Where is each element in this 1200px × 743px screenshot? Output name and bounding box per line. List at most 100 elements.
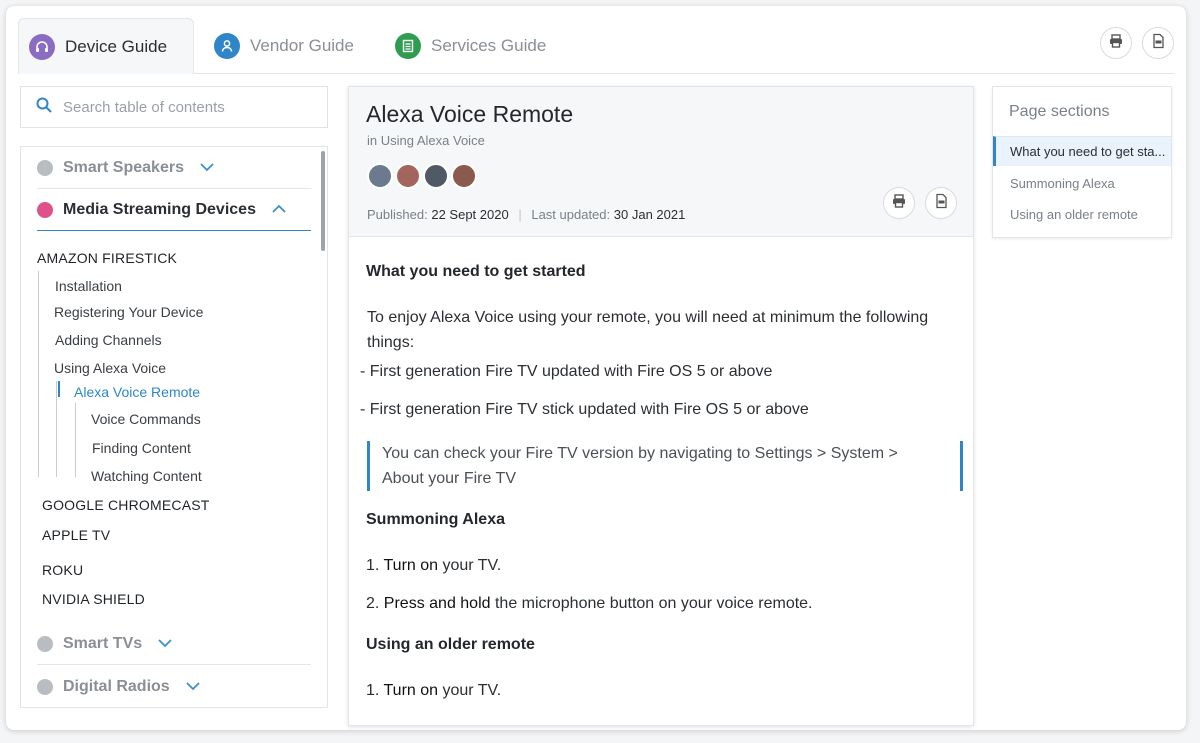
tab-device-guide[interactable]: Device Guide [18, 18, 194, 74]
tab-label: Vendor Guide [250, 36, 354, 55]
chevron-down-icon [186, 679, 200, 694]
heading-summoning-alexa: Summoning Alexa [366, 511, 505, 528]
tab-vendor-guide[interactable]: Vendor Guide [204, 18, 374, 74]
active-marker [58, 381, 60, 397]
category-label: Media Streaming Devices [63, 200, 256, 218]
tab-label: Device Guide [65, 36, 168, 56]
avatar[interactable] [451, 163, 477, 189]
author-avatars [367, 163, 477, 189]
article-meta: Published: 22 Sept 2020 | Last updated: … [367, 207, 685, 222]
step-action: Press and hold [383, 595, 491, 612]
toc-item-installation[interactable]: Installation [55, 278, 122, 294]
published-date: 22 Sept 2020 [431, 207, 509, 222]
section-link-getting-started[interactable]: What you need to get sta... [993, 136, 1171, 166]
category-smart-speakers[interactable]: Smart Speakers [37, 147, 311, 189]
pdf-icon [1150, 33, 1166, 54]
page-sections-panel: Page sections What you need to get sta..… [992, 86, 1172, 238]
article-print-button[interactable] [883, 187, 915, 219]
category-label: Digital Radios [63, 677, 170, 695]
avatar[interactable] [395, 163, 421, 189]
pdf-icon [933, 193, 949, 214]
tab-services-guide[interactable]: Services Guide [385, 18, 565, 74]
category-label: Smart Speakers [63, 158, 184, 176]
callout-line1: You can check your Fire TV version by na… [382, 445, 898, 462]
category-digital-radios[interactable]: Digital Radios [37, 666, 311, 707]
toc-item-alexa-voice-remote[interactable]: Alexa Voice Remote [74, 384, 200, 400]
step-number: 1. [366, 682, 380, 699]
toc-scrollbar[interactable] [321, 151, 325, 251]
article-subtitle: in Using Alexa Voice [367, 133, 485, 148]
search-icon [35, 96, 53, 118]
step-action: Turn on [383, 557, 439, 574]
app-window: Device Guide Vendor Guide Services Guide [6, 6, 1186, 730]
avatar[interactable] [367, 163, 393, 189]
toc-item-finding-content[interactable]: Finding Content [92, 440, 191, 456]
updated-date: 30 Jan 2021 [613, 207, 686, 222]
print-button[interactable] [1100, 27, 1132, 59]
avatar[interactable] [423, 163, 449, 189]
heading-older-remote: Using an older remote [366, 636, 535, 653]
older-step-1: 1. Turn on your TV. [366, 678, 501, 703]
table-of-contents: Smart Speakers Media Streaming Devices A… [20, 146, 328, 708]
requirement-2: - First generation Fire TV stick updated… [360, 401, 809, 418]
step-text: your TV. [442, 557, 502, 574]
search-input[interactable] [63, 98, 303, 116]
tree-line [75, 403, 76, 477]
category-dot-icon [37, 635, 53, 652]
step-2: 2. Press and hold the microphone button … [366, 591, 813, 616]
toc-item-using-alexa-voice[interactable]: Using Alexa Voice [54, 360, 166, 376]
category-dot-icon [37, 159, 53, 176]
heading-getting-started: What you need to get started [366, 263, 586, 280]
callout-line2: About your Fire TV [382, 470, 516, 487]
toc-group-nvidia-shield[interactable]: NVIDIA SHIELD [42, 591, 145, 607]
toc-group-google-chromecast[interactable]: GOOGLE CHROMECAST [42, 497, 210, 513]
category-media-streaming[interactable]: Media Streaming Devices [37, 189, 311, 231]
article-panel: Alexa Voice Remote in Using Alexa Voice … [348, 86, 974, 726]
meta-separator: | [518, 207, 522, 222]
toc-group-amazon-firestick[interactable]: AMAZON FIRESTICK [37, 250, 177, 266]
category-label: Smart TVs [63, 634, 143, 652]
document-icon [395, 33, 421, 59]
chevron-down-icon [200, 160, 214, 175]
paragraph-intro-line1: To enjoy Alexa Voice using your remote, … [367, 309, 929, 326]
toc-item-voice-commands[interactable]: Voice Commands [91, 411, 201, 427]
toc-item-watching-content[interactable]: Watching Content [91, 468, 202, 484]
headset-icon [29, 33, 55, 60]
guide-tabbar: Device Guide Vendor Guide Services Guide [18, 18, 1174, 74]
category-dot-icon [37, 678, 53, 695]
article-header: Alexa Voice Remote in Using Alexa Voice … [349, 87, 973, 237]
print-icon [891, 193, 907, 214]
pdf-button[interactable] [1142, 27, 1174, 59]
tab-label: Services Guide [431, 36, 547, 55]
article-pdf-button[interactable] [925, 187, 957, 219]
person-icon [214, 33, 240, 59]
toc-group-apple-tv[interactable]: APPLE TV [42, 527, 110, 543]
toc-item-adding-channels[interactable]: Adding Channels [55, 332, 162, 348]
info-callout: You can check your Fire TV version by na… [367, 441, 963, 491]
section-link-older-remote[interactable]: Using an older remote [993, 199, 1171, 229]
step-1: 1. Turn on your TV. [366, 553, 501, 578]
page-sections-title: Page sections [1009, 103, 1110, 120]
step-number: 2. [366, 595, 380, 612]
article-title: Alexa Voice Remote [366, 101, 574, 127]
article-actions [883, 187, 957, 219]
paragraph-intro-line2: things: [367, 334, 415, 351]
toc-item-registering[interactable]: Registering Your Device [54, 304, 203, 320]
updated-label: Last updated: [531, 207, 611, 222]
top-actions [1100, 27, 1174, 59]
step-text: your TV. [442, 682, 502, 699]
tree-line [38, 271, 39, 477]
toc-group-roku[interactable]: ROKU [42, 562, 83, 578]
chevron-down-icon [158, 636, 172, 651]
category-dot-icon [37, 201, 53, 218]
step-action: Turn on [383, 682, 439, 699]
tree-line [56, 381, 57, 477]
chevron-up-icon [272, 202, 286, 217]
step-text: the microphone button on your voice remo… [494, 595, 813, 612]
requirement-1: - First generation Fire TV updated with … [360, 363, 773, 380]
print-icon [1108, 33, 1124, 54]
step-number: 1. [366, 557, 380, 574]
section-link-summoning-alexa[interactable]: Summoning Alexa [993, 168, 1171, 198]
category-smart-tvs[interactable]: Smart TVs [37, 623, 311, 665]
toc-search [20, 86, 328, 128]
